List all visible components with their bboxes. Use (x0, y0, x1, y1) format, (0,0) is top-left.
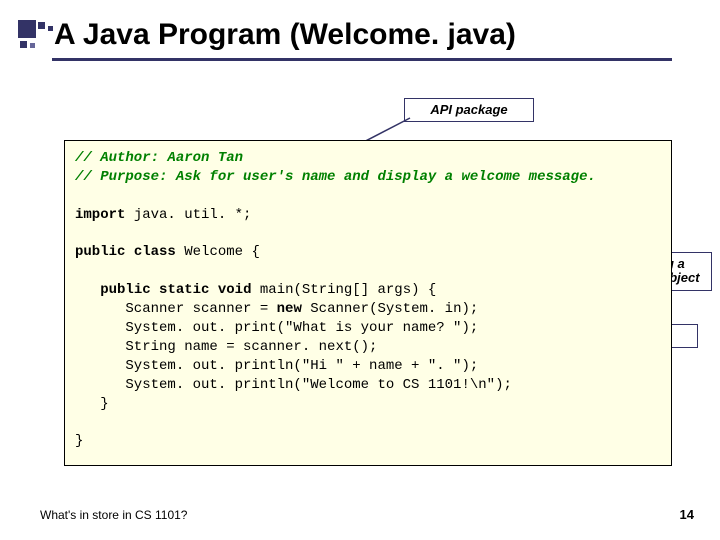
import-stmt: java. util. *; (125, 207, 251, 223)
close-brace-outer: } (75, 433, 83, 449)
title-underline (52, 58, 672, 61)
code-comment-author: // Author: Aaron Tan (75, 150, 243, 166)
footer-text: What's in store in CS 1101? (40, 508, 187, 522)
callout-api-package: API package (404, 98, 534, 122)
class-decl: Welcome { (176, 244, 260, 260)
kw-new: new (277, 301, 302, 317)
kw-void: void (218, 282, 252, 298)
line-hi: System. out. println("Hi " + name + ". "… (75, 358, 478, 374)
line-print: System. out. print("What is your name? "… (75, 320, 478, 336)
main-signature: main(String[] args) { (251, 282, 436, 298)
kw-import: import (75, 207, 125, 223)
kw-class: class (134, 244, 176, 260)
page-number: 14 (680, 507, 694, 522)
line-scanner-a: Scanner scanner = (75, 301, 277, 317)
slide-title: A Java Program (Welcome. java) (54, 18, 516, 52)
kw-static: static (159, 282, 209, 298)
code-comment-purpose: // Purpose: Ask for user's name and disp… (75, 169, 596, 185)
line-scanner-b: Scanner(System. in); (302, 301, 478, 317)
line-name: String name = scanner. next(); (75, 339, 377, 355)
kw-public-1: public (75, 244, 125, 260)
line-welcome: System. out. println("Welcome to CS 1101… (75, 377, 512, 393)
kw-public-2: public (100, 282, 150, 298)
code-listing: // Author: Aaron Tan // Purpose: Ask for… (64, 140, 672, 466)
close-brace-inner: } (75, 396, 109, 412)
